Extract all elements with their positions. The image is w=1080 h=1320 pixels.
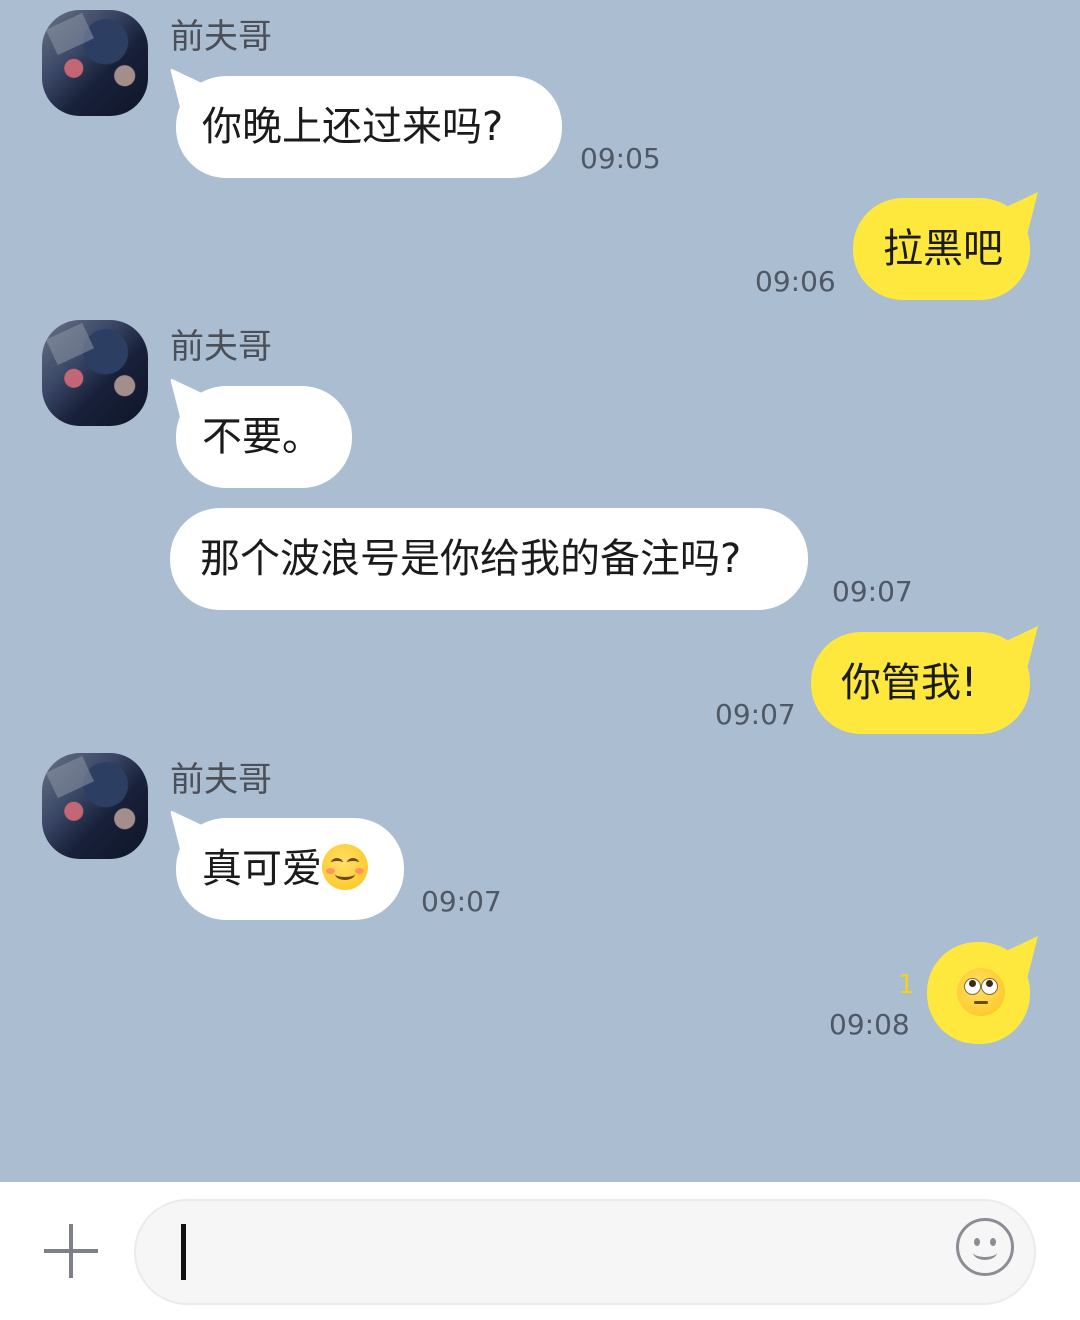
message-time: 09:07 <box>832 575 913 608</box>
message-time: 09:05 <box>580 142 661 175</box>
emoji-blush <box>326 868 335 874</box>
contact-avatar[interactable] <box>42 753 148 859</box>
emoji-icon-mouth <box>973 1245 997 1260</box>
bubble-tail <box>170 68 204 108</box>
emoji-mouth <box>974 1001 988 1004</box>
sender-name: 前夫哥 <box>170 760 272 800</box>
incoming-message-bubble[interactable]: 不要。 <box>170 378 352 488</box>
message-time: 09:06 <box>755 265 836 298</box>
incoming-message-bubble[interactable]: 那个波浪号是你给我的备注吗? <box>170 508 808 610</box>
emoji-eye <box>347 858 359 867</box>
smiling-face-emoji <box>322 844 368 890</box>
message-text: 你管我! <box>841 660 978 706</box>
outgoing-message-bubble[interactable]: 你管我! <box>811 626 1038 734</box>
sender-name: 前夫哥 <box>170 327 272 367</box>
eye-roll-emoji <box>957 968 1005 1016</box>
message-input[interactable] <box>134 1199 1036 1305</box>
chat-area: 前夫哥 你晚上还过来吗? 09:05 09:06 拉黑吧 前夫哥 不要。 那个波… <box>0 0 1080 1182</box>
message-text: 真可爱 <box>202 846 322 892</box>
outgoing-message-bubble[interactable]: 拉黑吧 <box>853 192 1038 300</box>
bubble-tail <box>1004 936 1038 976</box>
emoji-icon[interactable] <box>956 1218 1014 1276</box>
incoming-message-bubble[interactable]: 你晚上还过来吗? <box>170 68 562 178</box>
bubble-tail <box>1004 626 1038 666</box>
message-text: 你晚上还过来吗? <box>202 104 504 150</box>
text-cursor <box>181 1224 186 1280</box>
emoji-eye <box>964 978 981 995</box>
plus-icon[interactable] <box>44 1224 98 1278</box>
input-bar <box>0 1182 1080 1320</box>
emoji-eye <box>331 858 343 867</box>
sender-name: 前夫哥 <box>170 17 272 57</box>
contact-avatar[interactable] <box>42 320 148 426</box>
message-text: 不要。 <box>202 414 322 460</box>
emoji-eye <box>981 978 998 995</box>
bubble-tail <box>1004 192 1038 232</box>
contact-avatar[interactable] <box>42 10 148 116</box>
unread-count: 1 <box>898 970 915 1000</box>
message-text: 拉黑吧 <box>883 226 1003 272</box>
message-time: 09:07 <box>421 885 502 918</box>
bubble-tail <box>170 378 204 418</box>
outgoing-emoji-bubble[interactable] <box>927 936 1038 1044</box>
emoji-blush <box>355 868 364 874</box>
message-time: 09:07 <box>715 698 796 731</box>
emoji-mouth <box>335 868 355 880</box>
bubble-tail <box>170 810 204 850</box>
incoming-message-bubble[interactable]: 真可爱 <box>170 810 404 920</box>
message-time: 09:08 <box>829 1008 910 1041</box>
message-text: 那个波浪号是你给我的备注吗? <box>200 536 742 582</box>
